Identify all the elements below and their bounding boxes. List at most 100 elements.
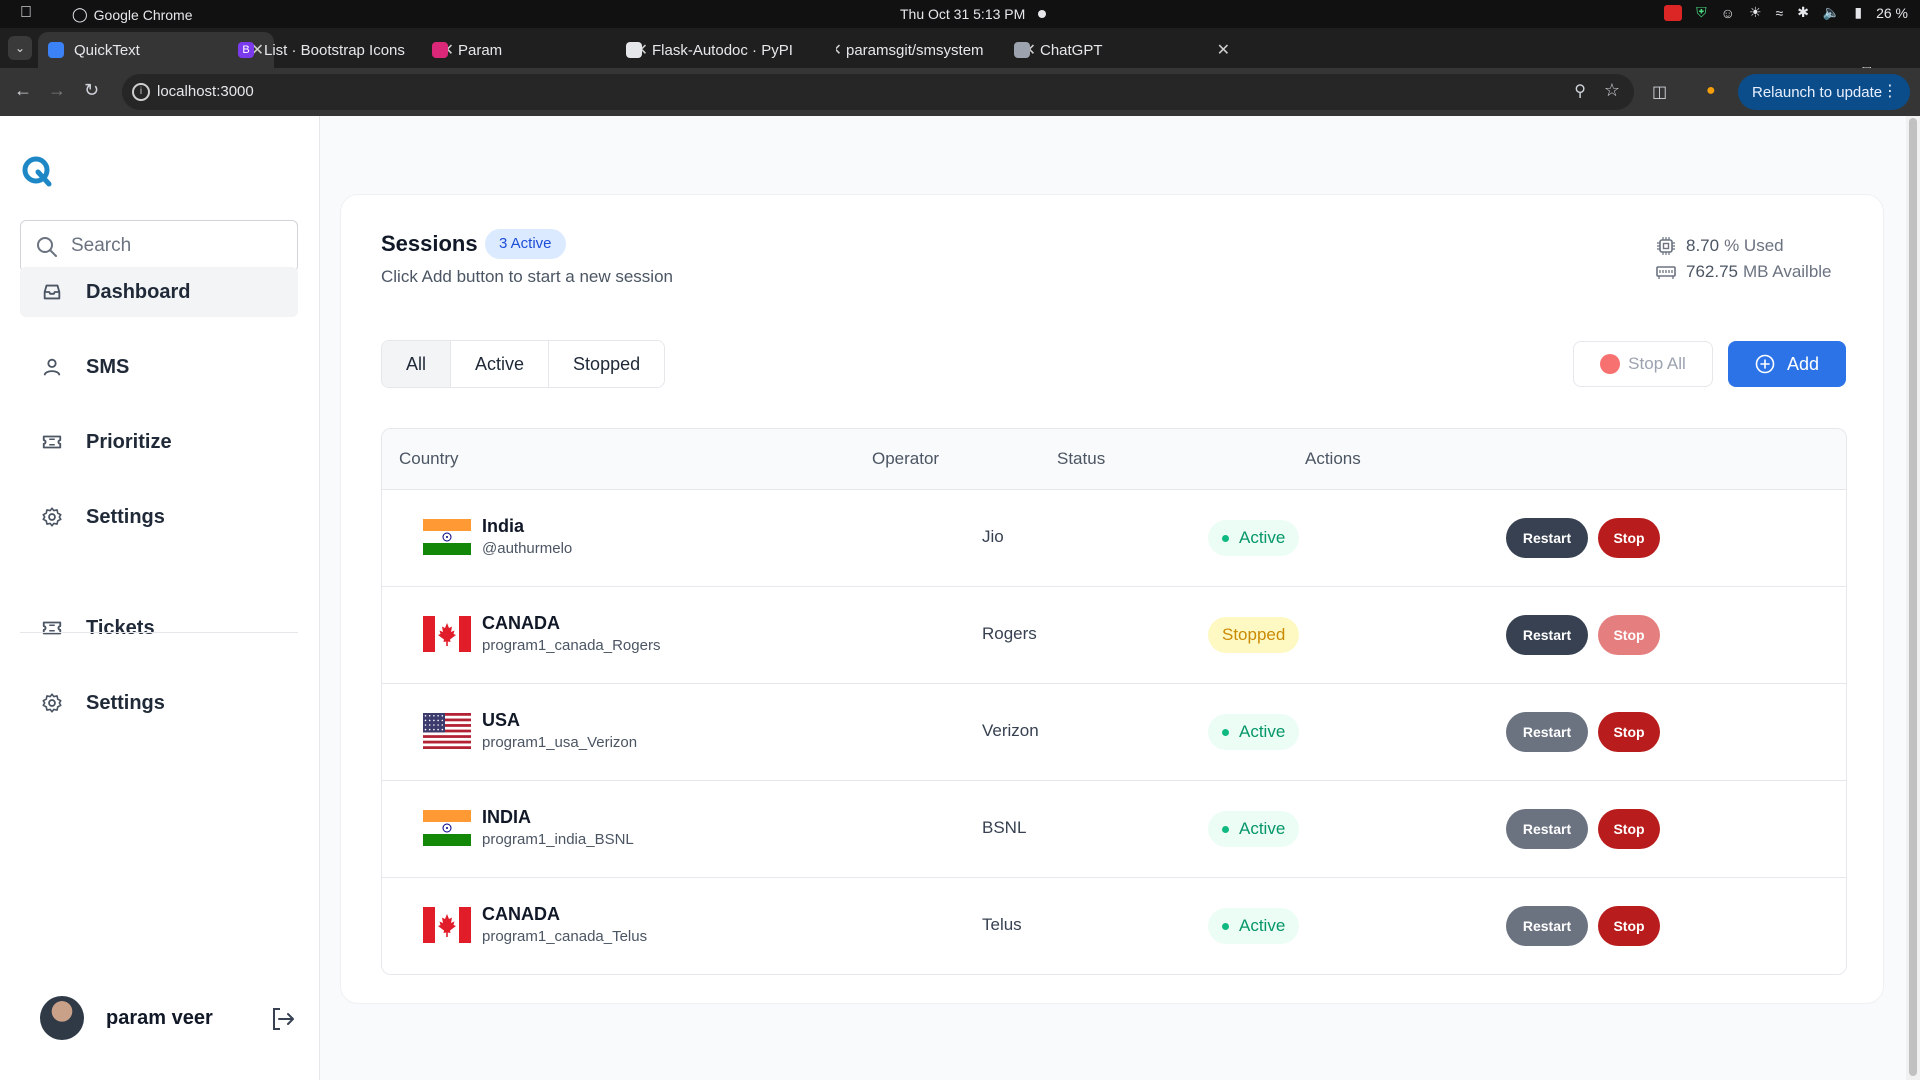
accessibility-icon[interactable]: ☺ (1721, 5, 1735, 21)
tab-close-icon[interactable]: ✕ (1217, 40, 1230, 60)
user-profile[interactable]: param veer (40, 994, 300, 1042)
status-badge: Active (1208, 714, 1300, 750)
operator-name: BSNL (982, 818, 1027, 837)
app-sidebar: Dashboard SMS Prioritize Settings Tickets Set… (0, 116, 320, 1080)
os-top-bar:  ◯ Google Chrome Thu Oct 31 5:13 PM ⛨ ☺… (0, 0, 1920, 28)
session-handle: program1_canada_Rogers (482, 637, 661, 654)
apple-menu-icon[interactable]:  (20, 4, 32, 22)
reload-icon[interactable]: ↻ (84, 80, 99, 101)
page-subtitle: Click Add button to start a new session (381, 267, 673, 286)
avatar[interactable] (40, 996, 84, 1040)
battery-icon[interactable]: ▮ (1854, 4, 1862, 21)
tab-title: QuickText (74, 41, 140, 59)
filter-tab-all[interactable]: All (382, 341, 452, 387)
more-vert-icon[interactable]: ⋮ (1882, 81, 1898, 101)
cpu-label: % Used (1724, 236, 1784, 255)
bookmark-star-icon[interactable]: ☆ (1604, 80, 1620, 101)
browser-tab[interactable]: ChatGPT ✕ (1004, 32, 1240, 68)
table-row: CANADA program1_canada_Rogers Rogers Stoppe… (382, 587, 1846, 684)
battery-percentage: 26 % (1876, 4, 1908, 21)
table-row: INDIA program1_india_BSNL BSNL Active Restar… (382, 781, 1846, 878)
back-icon[interactable]: ← (14, 80, 32, 101)
person-icon (40, 355, 64, 379)
active-app-menu[interactable]: ◯ Google Chrome (72, 6, 193, 23)
resource-stats: 8.70 % Used 762.75 MB Availble (1656, 233, 1832, 285)
restart-button[interactable]: Restart (1506, 518, 1588, 558)
sidebar-search[interactable] (20, 220, 298, 272)
restart-button[interactable]: Restart (1506, 906, 1588, 946)
status-label: Active (1239, 916, 1286, 935)
system-clock[interactable]: Thu Oct 31 5:13 PM (900, 6, 1025, 22)
status-badge: Stopped (1208, 617, 1300, 653)
filter-tab-stopped[interactable]: Stopped (549, 341, 665, 387)
sidebar-divider (20, 632, 298, 633)
sidebar-item-dashboard[interactable]: Dashboard (20, 267, 298, 317)
brightness-icon[interactable]: ☀ (1749, 4, 1762, 21)
column-header-operator: Operator (872, 449, 940, 468)
volume-icon[interactable]: 🔈 (1823, 4, 1840, 21)
tab-title: ChatGPT (1040, 41, 1103, 59)
sidebar-item-label: SMS (86, 355, 130, 378)
sidebar-item-settings[interactable]: Settings (20, 492, 298, 542)
scrollbar-thumb[interactable] (1909, 118, 1917, 1076)
status-badge: Active (1208, 520, 1300, 556)
stop-button[interactable]: Stop (1598, 615, 1660, 655)
sidebar-item-prioritize[interactable]: Prioritize (20, 417, 298, 467)
gear-icon (40, 505, 64, 529)
canada-flag-icon (423, 907, 471, 943)
page-scrollbar[interactable] (1906, 116, 1920, 1080)
session-handle: program1_canada_Telus (482, 928, 648, 945)
system-tray: ⛨ ☺ ☀ ≈ ✱ 🔈 ▮ 26 % (1664, 4, 1908, 21)
operator-name: Jio (982, 527, 1004, 546)
sidebar-item-label: Prioritize (86, 430, 172, 453)
extensions-icon[interactable]: ◫ (1652, 82, 1667, 102)
address-bar[interactable]: i localhost:3000 ⚲ ☆ (122, 74, 1634, 110)
country-name: CANADA (482, 613, 560, 633)
stop-all-button[interactable]: Stop All (1573, 341, 1713, 387)
search-input[interactable] (71, 231, 281, 261)
column-header-status: Status (1057, 449, 1106, 468)
stop-button[interactable]: Stop (1598, 518, 1660, 558)
quicktext-logo-icon[interactable] (20, 154, 54, 188)
sidebar-item-sms[interactable]: SMS (20, 342, 298, 392)
cpu-stat: 8.70 % Used (1656, 233, 1832, 259)
address-url[interactable]: localhost:3000 (157, 83, 254, 100)
table-row: India @authurmelo Jio Active Restart Stop (382, 490, 1846, 587)
site-info-icon[interactable]: i (132, 83, 150, 101)
add-session-button[interactable]: Add (1728, 341, 1846, 387)
restart-button[interactable]: Restart (1506, 809, 1588, 849)
add-label: Add (1786, 353, 1820, 374)
browser-tab-strip: ⌄ QuickText✕BList · Bootstrap Icons✕Para… (0, 28, 1920, 89)
forward-icon[interactable]: → (48, 80, 66, 101)
stop-button[interactable]: Stop (1598, 809, 1660, 849)
tab-search-icon[interactable]: ⌄ (8, 36, 32, 60)
restart-button[interactable]: Restart (1506, 615, 1588, 655)
restart-button[interactable]: Restart (1506, 712, 1588, 752)
ticket-icon (40, 430, 64, 454)
logout-icon[interactable] (270, 1006, 296, 1032)
sidebar-item-settings[interactable]: Settings (20, 678, 298, 728)
tab-favicon-icon (1014, 42, 1030, 58)
memory-label: MB Availble (1743, 262, 1832, 281)
tab-title: Param (458, 41, 503, 59)
country-name: USA (482, 710, 521, 730)
status-filter-group: All Active Stopped (381, 340, 666, 388)
column-header-actions: Actions (1305, 449, 1361, 468)
screen-record-icon[interactable] (1664, 4, 1683, 21)
stop-button[interactable]: Stop (1598, 712, 1660, 752)
country-name: India (482, 516, 525, 536)
zoom-icon[interactable]: ⚲ (1574, 81, 1586, 101)
sidebar-item-tickets[interactable]: Tickets (20, 603, 298, 653)
status-label: Active (1239, 819, 1286, 838)
sessions-card: Sessions 3 Active Click Add button to st… (340, 194, 1884, 1004)
stop-button[interactable]: Stop (1598, 906, 1660, 946)
profile-avatar-icon[interactable]: ● (1706, 82, 1716, 100)
wifi-icon[interactable]: ≈ (1776, 5, 1784, 21)
country-name: INDIA (482, 807, 531, 827)
operator-name: Rogers (982, 624, 1037, 643)
relaunch-to-update-button[interactable]: Relaunch to update ⋮ (1738, 74, 1910, 110)
filter-tab-active[interactable]: Active (451, 341, 550, 387)
gear-icon (40, 691, 64, 715)
bluetooth-icon[interactable]: ✱ (1797, 4, 1809, 21)
shield-icon[interactable]: ⛨ (1696, 4, 1707, 21)
